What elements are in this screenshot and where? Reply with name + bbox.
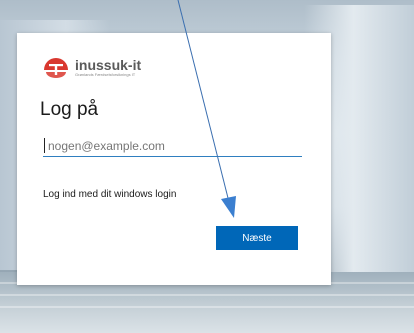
water-streak — [0, 306, 414, 308]
text-caret — [44, 138, 45, 153]
brand-name: inussuk-it — [75, 57, 142, 73]
brand-logo: inussuk-it Grønlands Færdselsforsiknings… — [43, 57, 141, 79]
windows-login-link[interactable]: Log ind med dit windows login — [43, 189, 176, 200]
email-field[interactable] — [43, 136, 302, 157]
login-card: inussuk-it Grønlands Færdselsforsiknings… — [17, 33, 331, 285]
brand-tagline: Grønlands Færdselsforsiknings IT — [75, 72, 136, 77]
water-streak — [0, 294, 414, 296]
brand-logo-icon — [44, 58, 68, 78]
page-title: Log på — [40, 99, 99, 120]
next-button[interactable]: Næste — [216, 226, 298, 250]
